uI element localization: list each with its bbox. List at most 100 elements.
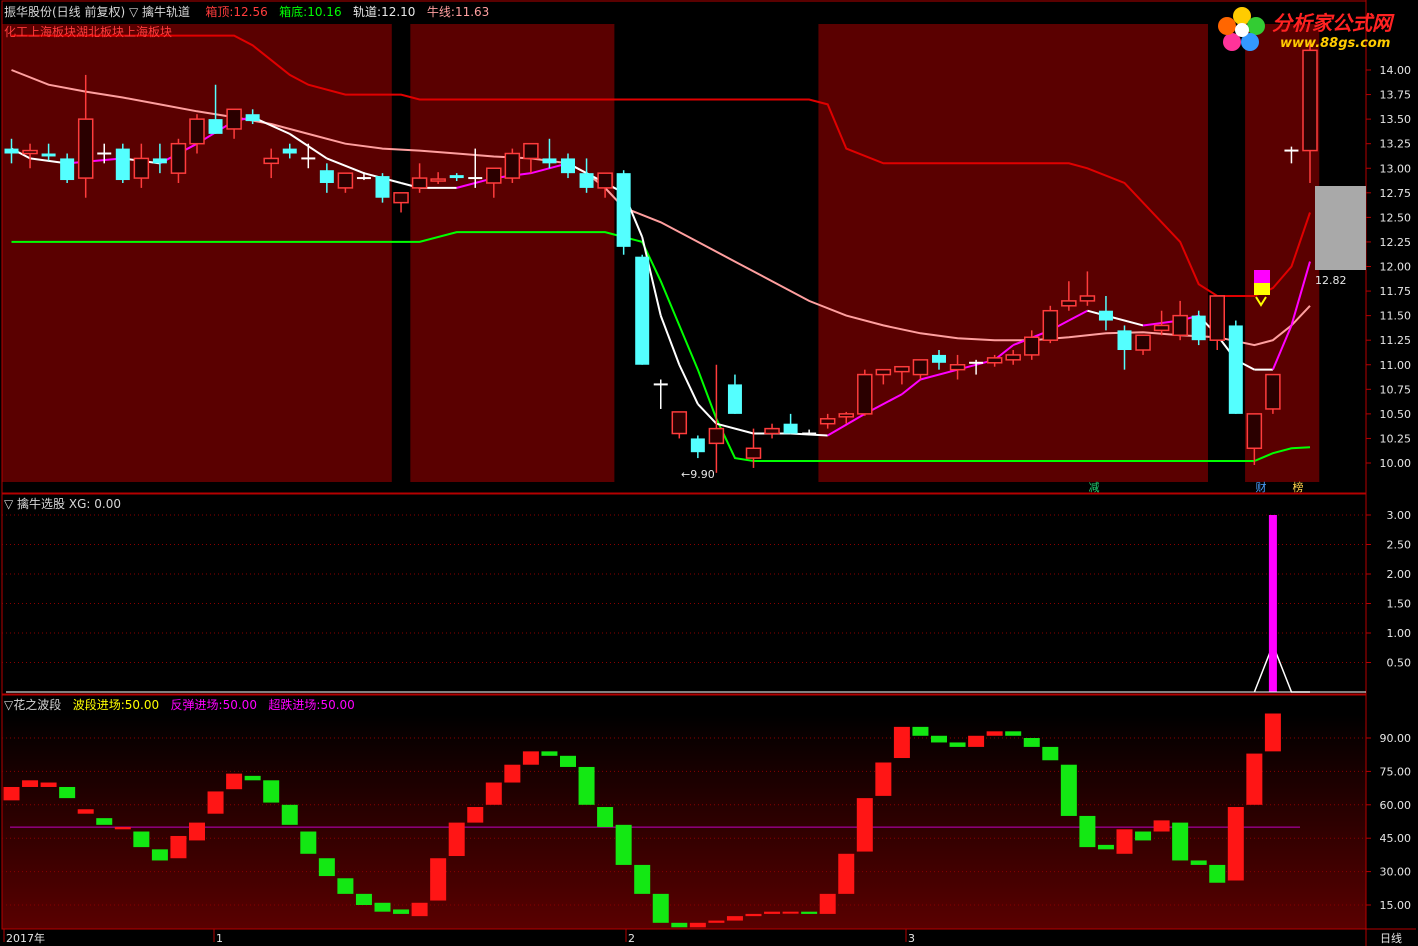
- wave-bar: [949, 742, 966, 747]
- candle-body: [282, 148, 297, 154]
- xg-value: 0.00: [94, 497, 121, 511]
- candle-body: [542, 158, 557, 164]
- candle-body: [170, 142, 187, 174]
- candle-body: [932, 354, 946, 363]
- candle-body: [375, 176, 390, 198]
- wave-bar: [318, 858, 335, 877]
- wave-bar: [893, 726, 910, 759]
- candle-body: [616, 173, 631, 247]
- wave-bar: [931, 735, 947, 743]
- axis-tick-label: 12.00: [1380, 261, 1412, 274]
- wave-bar: [1135, 831, 1152, 841]
- wave-bar: [986, 731, 1003, 736]
- wave-bar: [1060, 764, 1077, 816]
- axis-tick-label: 14.00: [1380, 64, 1412, 77]
- xg-label: XG:: [68, 497, 91, 511]
- candle-body: [77, 118, 94, 179]
- wave-bar: [77, 809, 94, 814]
- candle: [616, 170, 631, 255]
- candle-body: [226, 108, 242, 130]
- axis-tick-label: 2.00: [1387, 568, 1412, 581]
- candle-body: [857, 373, 873, 415]
- panel3-title: ▽花之波段: [4, 698, 62, 712]
- candle-body: [745, 447, 762, 459]
- wave-bar: [801, 911, 818, 914]
- candle-body: [1079, 295, 1096, 302]
- axis-tick-label: 11.25: [1380, 334, 1412, 347]
- wave-bar: [1079, 815, 1096, 848]
- wave-bar: [578, 766, 595, 805]
- candle-body: [1117, 330, 1132, 351]
- entry-label: 波段进场:: [72, 698, 125, 712]
- axis-tick-label: 1.00: [1387, 627, 1412, 640]
- wave-bar: [597, 807, 614, 828]
- wave-bar: [411, 902, 428, 917]
- wave-bar: [615, 824, 632, 865]
- candle-body: [1024, 336, 1040, 356]
- candle-body: [1005, 354, 1021, 361]
- candle: [1228, 320, 1243, 414]
- wave-bar: [374, 902, 391, 912]
- wave-bar: [430, 858, 447, 901]
- candle-body: [115, 148, 130, 181]
- box-top-label: 箱顶:: [205, 5, 234, 19]
- site-logo: 分析家公式网 www.88gs.com: [1216, 2, 1412, 56]
- axis-tick-label: 2.50: [1387, 539, 1412, 552]
- wave-bar: [1042, 746, 1059, 761]
- panel2-header: ▽ 擒牛选股 XG: 0.00: [4, 495, 121, 512]
- candle-body: [504, 152, 521, 179]
- min-price-label: ←9.90: [681, 468, 715, 481]
- candle-body: [690, 438, 705, 453]
- axis-tick-label: 13.00: [1380, 162, 1412, 175]
- stock-chart: 12.82←9.90减财榜 10.0010.2510.5010.7511.001…: [0, 0, 1418, 946]
- candle-body: [60, 158, 75, 181]
- candle-body: [783, 423, 798, 434]
- wave-bar: [875, 762, 892, 796]
- wave-bar: [726, 916, 743, 921]
- candle-body: [949, 364, 966, 371]
- wave-bar: [1097, 844, 1114, 850]
- axis-tick-label: 0.50: [1387, 657, 1412, 670]
- shaded-zone: [2, 24, 392, 482]
- wave-bar: [114, 827, 131, 830]
- candle-body: [411, 177, 428, 189]
- wave-bar: [355, 893, 372, 905]
- candle: [1042, 305, 1059, 344]
- candle-body: [875, 368, 892, 376]
- wave-bar: [207, 791, 224, 814]
- price-box-label: 12.82: [1315, 274, 1347, 287]
- wave-bar: [652, 893, 669, 923]
- candle-body: [1098, 310, 1113, 321]
- month-label: 3: [908, 932, 915, 945]
- candle-body: [986, 357, 1003, 364]
- candle: [504, 148, 521, 183]
- candle-body: [263, 157, 279, 165]
- wave-bar: [22, 780, 39, 787]
- chart-title: 振华股份(日线 前复权) ▽ 擒牛轨道: [4, 5, 191, 19]
- wave-bar: [1246, 753, 1263, 805]
- track-value: 12.10: [381, 5, 416, 19]
- candle-body: [727, 384, 742, 414]
- axis-tick-label: 11.50: [1380, 310, 1412, 323]
- candle-body: [1135, 334, 1151, 351]
- signal-bar: [1268, 515, 1277, 692]
- wave-bar: [912, 726, 929, 736]
- axis-tick-label: 10.75: [1380, 383, 1412, 396]
- wave-bar: [40, 782, 57, 787]
- box-top-value: 12.56: [233, 5, 268, 19]
- event-marker: 榜: [1293, 480, 1304, 494]
- axis-tick-label: 10.50: [1380, 408, 1412, 421]
- candle-body: [597, 172, 613, 189]
- axis-tick-label: 45.00: [1380, 832, 1412, 845]
- candle-body: [41, 153, 56, 157]
- axis-tick-label: 10.00: [1380, 457, 1412, 470]
- candle: [1191, 310, 1206, 346]
- axis-tick-label: 75.00: [1380, 765, 1412, 778]
- wave-bar: [671, 922, 688, 928]
- candle-body: [1302, 49, 1318, 152]
- candle-body: [1191, 315, 1206, 341]
- axis-tick-label: 11.00: [1380, 359, 1412, 372]
- wave-bar: [226, 773, 243, 790]
- month-label: 1: [216, 932, 223, 945]
- wave-bar: [782, 911, 799, 914]
